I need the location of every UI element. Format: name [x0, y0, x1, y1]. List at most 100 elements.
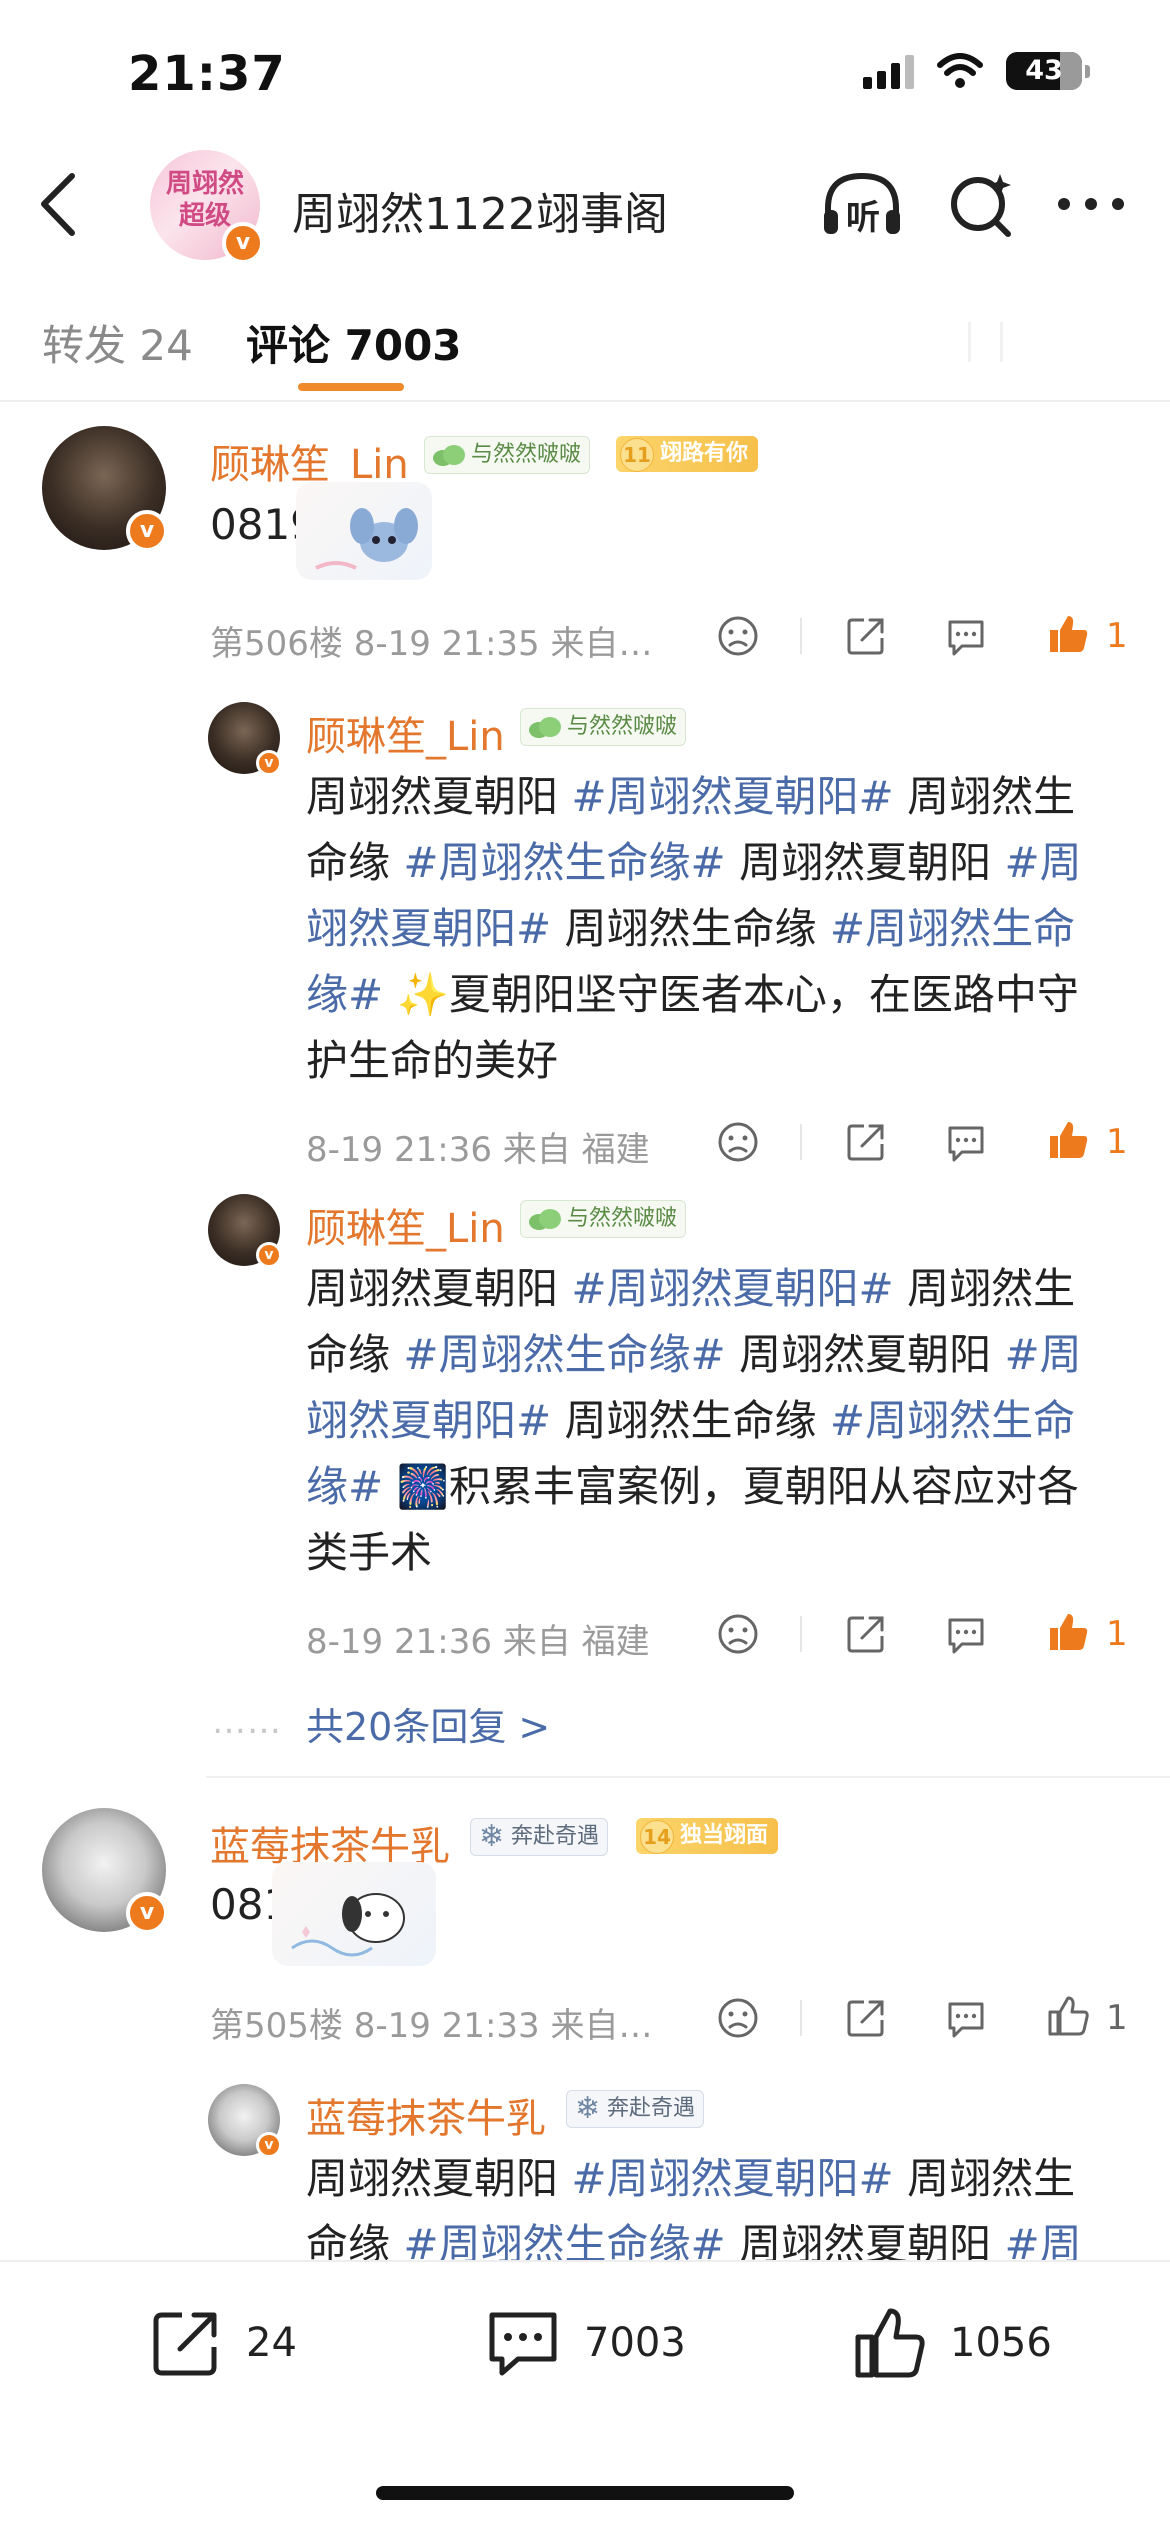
comment-icon[interactable]	[944, 614, 988, 658]
like-button[interactable]: 1056	[852, 2305, 1052, 2381]
comment-separator	[206, 1776, 1170, 1778]
fan-badge[interactable]: 与然然啵啵	[520, 1200, 687, 1238]
verified-badge-icon: v	[126, 510, 168, 552]
reply-text-line: 翊然夏朝阳# 周翊然生命缘 #周翊然生命	[306, 1388, 1082, 1454]
group-avatar[interactable]: 周翊然 超级 v	[150, 150, 264, 264]
fan-badge-label: 与然然啵啵	[567, 1206, 678, 1231]
tab-comments[interactable]: 评论 7003	[246, 312, 462, 373]
fan-badge[interactable]: ❄ 奔赴奇遇	[566, 2090, 705, 2128]
hashtag-link[interactable]: 缘#	[306, 1462, 383, 1511]
avatar[interactable]: v	[42, 1808, 168, 1934]
home-indicator[interactable]	[376, 2486, 794, 2500]
cellular-signal-icon	[863, 53, 914, 89]
reply-text-segment: 周翊然生	[893, 1264, 1076, 1313]
tabs-divider	[0, 400, 1170, 402]
back-icon[interactable]	[38, 172, 78, 237]
sad-face-icon[interactable]	[716, 1612, 760, 1656]
avatar[interactable]: v	[208, 1194, 282, 1268]
verified-badge-icon: v	[222, 222, 264, 264]
reply-text: 周翊然夏朝阳 #周翊然夏朝阳# 周翊然生 命缘 #周翊然生命缘# 周翊然夏朝阳 …	[306, 764, 1082, 1094]
hashtag-link[interactable]: 翊然夏朝阳#	[306, 1396, 551, 1445]
snowflake-icon: ❄	[479, 1819, 505, 1854]
level-badge[interactable]: 14 独当翊面	[636, 1818, 779, 1854]
more-replies-link[interactable]: 共20条回复 >	[306, 1696, 550, 1751]
fan-badge[interactable]: 与然然啵啵	[520, 708, 687, 746]
fan-badge-label: 与然然啵啵	[567, 714, 678, 739]
hashtag-link[interactable]: 翊然夏朝阳#	[306, 904, 551, 953]
hashtag-link[interactable]: #周	[1004, 838, 1081, 887]
reply-text-line: 命缘 #周翊然生命缘# 周翊然夏朝阳 #周	[306, 830, 1082, 896]
sad-face-icon[interactable]	[716, 614, 760, 658]
hashtag-link[interactable]: 缘#	[306, 970, 383, 1019]
fan-badge-label: 奔赴奇遇	[607, 2096, 696, 2121]
avatar[interactable]: v	[208, 2084, 282, 2158]
like-icon[interactable]	[1046, 612, 1090, 656]
like-icon[interactable]	[1046, 1610, 1090, 1654]
tab-reposts[interactable]: 转发 24	[42, 312, 193, 373]
hashtag-link[interactable]: #周翊然生命缘#	[403, 838, 725, 887]
share-icon[interactable]	[844, 1996, 888, 2040]
reply-text: 周翊然夏朝阳 #周翊然夏朝阳# 周翊然生 命缘 #周翊然生命缘# 周翊然夏朝阳 …	[306, 2146, 1082, 2278]
share-icon[interactable]	[844, 1120, 888, 1164]
status-icons: 43	[863, 52, 1090, 90]
share-icon[interactable]	[844, 614, 888, 658]
avatar[interactable]: v	[208, 702, 282, 776]
repost-button[interactable]: 24	[148, 2305, 297, 2381]
comment-icon[interactable]	[944, 1120, 988, 1164]
sticker-image	[272, 1862, 436, 1966]
comment-meta: 第505楼 8-19 21:33 来自…	[210, 2006, 653, 2046]
battery-icon: 43	[1006, 52, 1082, 90]
level-badge[interactable]: 11 翊路有你	[616, 436, 759, 472]
reply-username[interactable]: 蓝莓抹茶牛乳	[306, 2086, 546, 2144]
verified-badge-icon: v	[126, 1892, 168, 1934]
like-count: 1	[1106, 1614, 1128, 1654]
comment-count: 7003	[584, 2320, 686, 2366]
reply-text-segment: 周翊然夏朝阳	[725, 1330, 1005, 1379]
fan-badge-label: 与然然啵啵	[471, 442, 582, 467]
verified-badge-icon: v	[256, 1242, 282, 1268]
hashtag-link[interactable]: #周	[1004, 1330, 1081, 1379]
reply-text-segment: 周翊然夏朝阳	[306, 772, 572, 821]
reply-text-line: 缘# 🎆积累丰富案例，夏朝阳从容应对各	[306, 1454, 1082, 1520]
like-icon[interactable]	[1046, 1118, 1090, 1162]
reply-text-segment: 命缘	[306, 838, 404, 887]
hashtag-link[interactable]: #周翊然生命缘#	[403, 1330, 725, 1379]
more-replies-dots: ……	[212, 1702, 282, 1742]
hashtag-link[interactable]: #周翊然生命	[830, 904, 1075, 953]
search-spark-icon[interactable]	[946, 168, 1018, 240]
listen-button[interactable]: 听	[820, 168, 904, 244]
reply-text-line: 周翊然夏朝阳 #周翊然夏朝阳# 周翊然生	[306, 2146, 1082, 2212]
fan-badge[interactable]: ❄ 奔赴奇遇	[470, 1818, 609, 1856]
reply-username[interactable]: 顾琳笙_Lin	[306, 1196, 505, 1254]
share-icon[interactable]	[844, 1612, 888, 1656]
hashtag-link[interactable]: #周翊然夏朝阳#	[571, 2154, 893, 2203]
more-icon[interactable]	[1056, 196, 1126, 212]
fan-badge[interactable]: 与然然啵啵	[424, 436, 591, 474]
cloud-icon	[529, 1209, 561, 1230]
tab-divider	[968, 322, 971, 362]
sad-face-icon[interactable]	[716, 1996, 760, 2040]
avatar[interactable]: v	[42, 426, 168, 552]
like-count: 1	[1106, 1122, 1128, 1162]
sad-face-icon[interactable]	[716, 1120, 760, 1164]
reply-text-segment: 周翊然夏朝阳	[306, 1264, 572, 1313]
reply-text-line: 翊然夏朝阳# 周翊然生命缘 #周翊然生命	[306, 896, 1082, 962]
hashtag-link[interactable]: #周翊然夏朝阳#	[571, 1264, 893, 1313]
hashtag-link[interactable]: #周翊然生命	[830, 1396, 1075, 1445]
like-icon[interactable]	[1046, 1994, 1090, 2038]
comment-icon[interactable]	[944, 1996, 988, 2040]
reply-text-line: 周翊然夏朝阳 #周翊然夏朝阳# 周翊然生	[306, 1256, 1082, 1322]
snowflake-icon: ❄	[575, 2091, 601, 2126]
listen-label: 听	[846, 198, 880, 238]
comment-icon[interactable]	[944, 1612, 988, 1656]
level-badge-number: 14	[640, 1820, 674, 1854]
verified-badge-icon: v	[256, 750, 282, 776]
hashtag-link[interactable]: #周翊然夏朝阳#	[571, 772, 893, 821]
page-title: 周翊然1122翊事阁	[292, 189, 668, 240]
reply-username[interactable]: 顾琳笙_Lin	[306, 704, 505, 762]
sticker-image	[296, 482, 432, 580]
reply-meta: 8-19 21:36 来自 福建	[306, 1130, 650, 1170]
comment-meta: 第506楼 8-19 21:35 来自…	[210, 624, 653, 664]
comment-button[interactable]: 7003	[484, 2305, 686, 2381]
comment-icon	[489, 2312, 557, 2376]
